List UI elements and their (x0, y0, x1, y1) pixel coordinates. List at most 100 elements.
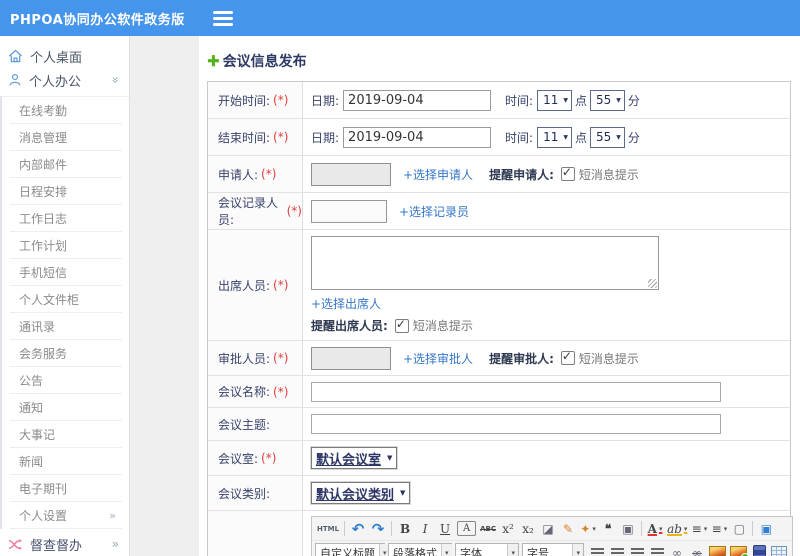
sidebar-item-work-log[interactable]: 工作日志 (10, 205, 122, 232)
minute-value: 55 (596, 93, 612, 107)
meeting-room-select[interactable]: 默认会议室 ▼ (311, 447, 398, 469)
toolbar-separator (391, 521, 393, 536)
media-icon[interactable] (749, 543, 769, 556)
paragraph-format-select[interactable]: 段落格式 ▾ (388, 543, 452, 556)
color-palette-icon[interactable]: ✦ ▾ (578, 519, 598, 538)
sidebar-item-schedule[interactable]: 日程安排 (10, 178, 122, 205)
sidebar-item-personal-settings[interactable]: 个人设置 » (10, 502, 122, 529)
sidebar-item-label: 内部邮件 (19, 157, 68, 172)
unordered-list-icon[interactable]: ≡ ▾ (709, 519, 729, 538)
start-hour-select[interactable]: 11 ▼ (537, 89, 572, 111)
meeting-category-select[interactable]: 默认会议类别 ▼ (311, 482, 411, 504)
end-hour-select[interactable]: 11 ▼ (537, 126, 572, 148)
caret-down-icon: ▾ (572, 544, 583, 556)
applicant-label: 申请人: (218, 167, 259, 182)
sidebar-item-message-management[interactable]: 消息管理 (10, 124, 122, 151)
bold-icon[interactable]: B (395, 519, 415, 538)
fullscreen-icon[interactable]: ▣ (756, 519, 776, 538)
meeting-name-input[interactable] (311, 381, 721, 402)
sidebar-item-label: 个人桌面 (30, 50, 83, 66)
sidebar-submenu: 在线考勤 消息管理内部邮件日程安排工作日志 工作计划 手机短信 个人文件柜 通讯录会务服务… (0, 96, 129, 529)
blockquote-icon[interactable]: ❝ (598, 519, 618, 538)
remove-format-icon[interactable]: ◪ (538, 519, 558, 538)
sidebar-item-meeting-service[interactable]: 会务服务 (10, 340, 122, 367)
menu-icon[interactable] (212, 10, 233, 26)
sidebar-item-news[interactable]: 新闻 (10, 448, 122, 475)
sidebar-item-e-journal[interactable]: 电子期刊 (10, 475, 122, 502)
approver-label: 审批人员: (218, 351, 271, 366)
font-style-icon[interactable]: A (457, 521, 477, 536)
sidebar-item-personal-desktop[interactable]: 个人桌面 (0, 44, 129, 68)
sidebar-item-mobile-sms[interactable]: 手机短信 (10, 259, 122, 286)
hour-value: 11 (543, 93, 559, 107)
approver-sms-checkbox[interactable] (560, 349, 575, 365)
insert-picture-icon[interactable] (728, 543, 749, 556)
choose-approver-link[interactable]: +选择审批人 (403, 350, 473, 367)
sidebar-item-work-plan[interactable]: 工作计划 (10, 232, 122, 259)
minute-unit-label: 分 (627, 93, 640, 108)
caret-down-icon: ▼ (616, 96, 621, 104)
highlight-color-icon[interactable]: ab ▾ (665, 519, 689, 538)
chevron-right-icon: » (111, 537, 119, 551)
start-date-input[interactable] (343, 89, 492, 111)
paste-as-text-icon[interactable]: ▣ (618, 519, 638, 538)
undo-icon[interactable]: ↶ (348, 519, 368, 538)
custom-heading-select[interactable]: 自定义标题 ▾ (315, 543, 390, 556)
approver-input[interactable] (311, 346, 391, 370)
sidebar-item-contacts[interactable]: 通讯录 (10, 313, 122, 340)
ordered-list-icon[interactable]: ≡ ▾ (689, 519, 709, 538)
sidebar-item-label: 日程安排 (19, 184, 68, 199)
clean-format-brush-icon[interactable]: ✎ (558, 519, 578, 538)
end-date-input[interactable] (343, 126, 492, 148)
caret-down-icon: ▾ (658, 524, 663, 533)
attendees-sms-checkbox[interactable] (394, 317, 409, 333)
italic-icon[interactable]: I (415, 519, 435, 538)
applicant-input[interactable] (311, 162, 391, 186)
link-icon[interactable]: ∞ (667, 543, 687, 556)
sidebar: 个人桌面 个人办公 » 在线考勤 消息管理内部邮件日程安排工作日志 工作计划 手机短信… (0, 36, 130, 556)
align-right-icon[interactable] (627, 543, 647, 556)
font-family-select[interactable]: 字体 ▾ (455, 543, 519, 556)
form-row-recorder: 会议记录人员: (*) +选择记录员 (208, 193, 790, 230)
sidebar-item-supervision[interactable]: 督查督办 » (0, 532, 129, 556)
home-icon (9, 49, 22, 63)
sidebar-item-online-attendance[interactable]: 在线考勤 (10, 97, 122, 124)
attendees-label: 出席人员: (218, 278, 271, 293)
applicant-sms-checkbox[interactable] (560, 165, 575, 181)
redo-icon[interactable]: ↷ (368, 519, 388, 538)
end-time-label: 结束时间: (218, 130, 271, 145)
meeting-subject-input[interactable] (311, 414, 721, 434)
table-icon[interactable] (769, 543, 789, 556)
unlink-icon[interactable]: ∞ (687, 543, 707, 556)
underline-icon[interactable]: U (435, 519, 455, 538)
choose-recorder-link[interactable]: +选择记录员 (399, 203, 469, 220)
sidebar-item-announcement[interactable]: 公告 (10, 367, 122, 394)
sidebar-item-memorabilia[interactable]: 大事记 (10, 421, 122, 448)
font-color-icon[interactable]: A ▾ (645, 519, 665, 538)
end-minute-select[interactable]: 55 ▼ (590, 126, 625, 148)
subscript-icon[interactable]: x₂ (518, 519, 538, 538)
html-source-button[interactable]: HTML (315, 519, 341, 538)
start-minute-select[interactable]: 55 ▼ (590, 89, 625, 111)
align-center-icon[interactable] (607, 543, 627, 556)
recorder-label: 会议记录人员: (218, 196, 279, 227)
align-justify-icon[interactable] (647, 543, 667, 556)
recorder-input[interactable] (311, 199, 387, 223)
superscript-icon[interactable]: x² (498, 519, 518, 538)
sidebar-item-personal-file-cabinet[interactable]: 个人文件柜 (10, 286, 122, 313)
sidebar-item-internal-mail[interactable]: 内部邮件 (10, 151, 122, 178)
new-page-icon[interactable]: ▢ (729, 519, 749, 538)
sidebar-item-label: 电子期刊 (19, 481, 68, 496)
attendees-textarea[interactable] (311, 236, 659, 290)
choose-attendees-link[interactable]: +选择出席人 (311, 295, 381, 312)
toolbar-separator (752, 521, 754, 536)
strikethrough-icon[interactable]: ABC (478, 519, 498, 538)
choose-applicant-link[interactable]: +选择申请人 (403, 166, 473, 183)
sidebar-item-notice[interactable]: 通知 (10, 394, 122, 421)
caret-down-icon: ▼ (387, 454, 393, 462)
image-icon[interactable] (707, 543, 728, 556)
sidebar-item-label: 会务服务 (19, 346, 68, 361)
font-size-select[interactable]: 字号 ▾ (522, 543, 584, 556)
sidebar-item-personal-office[interactable]: 个人办公 » (0, 68, 129, 92)
align-left-icon[interactable] (587, 543, 607, 556)
